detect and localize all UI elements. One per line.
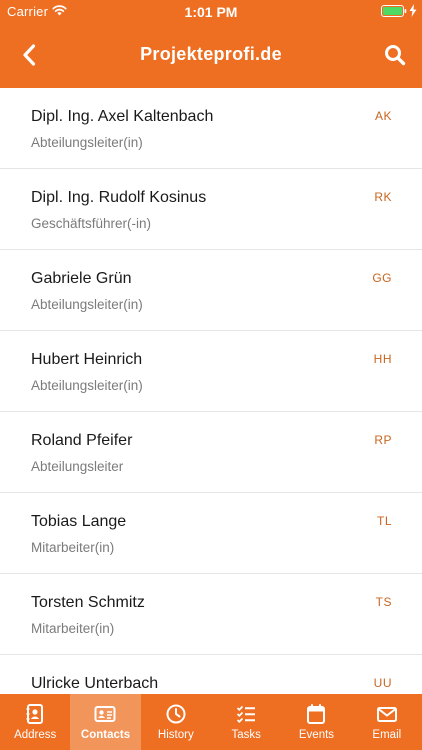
search-icon — [385, 45, 406, 66]
contact-row[interactable]: Torsten Schmitz Mitarbeiter(in) TS — [0, 574, 422, 655]
contact-row[interactable]: Dipl. Ing. Rudolf Kosinus Geschäftsführe… — [0, 169, 422, 250]
contact-initials: RK — [374, 190, 392, 204]
page-title: Projekteprofi.de — [140, 44, 282, 64]
tab-label: Address — [14, 729, 57, 741]
chevron-left-icon — [23, 44, 36, 66]
checklist-icon — [237, 705, 256, 724]
contact-row[interactable]: Tobias Lange Mitarbeiter(in) TL — [0, 493, 422, 574]
contact-role: Geschäftsführer(-in) — [31, 216, 152, 231]
charging-bolt-icon — [409, 4, 417, 17]
contact-role: Mitarbeiter(in) — [31, 540, 115, 555]
tab-label: Contacts — [80, 729, 131, 741]
envelope-icon — [376, 707, 397, 722]
contact-card-icon — [94, 706, 116, 722]
calendar-icon — [307, 704, 326, 724]
contact-name: Roland Pfeifer — [31, 432, 133, 449]
contact-name: Ulricke Unterbach — [31, 675, 159, 692]
contact-initials: GG — [372, 271, 392, 285]
contact-role: Abteilungsleiter — [31, 459, 124, 474]
tab-address[interactable]: Address — [0, 694, 70, 750]
back-button[interactable] — [12, 38, 46, 72]
contact-role: Abteilungsleiter(in) — [31, 378, 143, 393]
address-book-icon — [26, 704, 44, 724]
contact-name: Hubert Heinrich — [31, 351, 143, 368]
contact-list: Dipl. Ing. Axel Kaltenbach Abteilungslei… — [0, 88, 422, 694]
status-time: 1:01 PM — [184, 4, 238, 20]
contact-role: Mitarbeiter(in) — [31, 621, 115, 636]
contact-row[interactable]: Roland Pfeifer Abteilungsleiter RP — [0, 412, 422, 493]
contact-initials: HH — [373, 352, 392, 366]
battery-icon — [381, 5, 407, 17]
app-header: Carrier 1:01 PM Projekteprofi.de — [0, 0, 422, 88]
contact-role: Abteilungsleiter(in) — [31, 297, 143, 312]
contact-initials: RP — [374, 433, 392, 447]
contact-name: Dipl. Ing. Rudolf Kosinus — [31, 189, 207, 206]
tab-email[interactable]: Email — [352, 694, 422, 750]
tab-label: Email — [372, 729, 402, 741]
contact-name: Tobias Lange — [31, 513, 127, 530]
tab-bar: Address Contacts History Tasks Events Em… — [0, 694, 422, 750]
contact-row[interactable]: Dipl. Ing. Axel Kaltenbach Abteilungslei… — [0, 88, 422, 169]
contact-name: Dipl. Ing. Axel Kaltenbach — [31, 108, 214, 125]
tab-label: Tasks — [231, 729, 261, 741]
status-bar: Carrier 1:01 PM — [0, 0, 422, 24]
tab-tasks[interactable]: Tasks — [211, 694, 281, 750]
contact-initials: AK — [374, 109, 392, 123]
clock-icon — [166, 704, 186, 724]
contact-role: Abteilungsleiter(in) — [31, 135, 143, 150]
tab-label: Events — [298, 729, 335, 741]
search-button[interactable] — [378, 38, 412, 72]
contact-initials: TS — [375, 595, 392, 609]
tab-history[interactable]: History — [141, 694, 211, 750]
tab-events[interactable]: Events — [281, 694, 351, 750]
tab-contacts[interactable]: Contacts — [70, 694, 141, 750]
contact-row[interactable]: Hubert Heinrich Abteilungsleiter(in) HH — [0, 331, 422, 412]
contact-initials: UU — [373, 676, 392, 690]
contact-name: Torsten Schmitz — [31, 594, 145, 611]
contact-name: Gabriele Grün — [31, 270, 132, 287]
contact-initials: TL — [376, 514, 392, 528]
tab-label: History — [157, 729, 194, 741]
contact-row[interactable]: Ulricke Unterbach UU — [0, 655, 422, 694]
contact-row[interactable]: Gabriele Grün Abteilungsleiter(in) GG — [0, 250, 422, 331]
